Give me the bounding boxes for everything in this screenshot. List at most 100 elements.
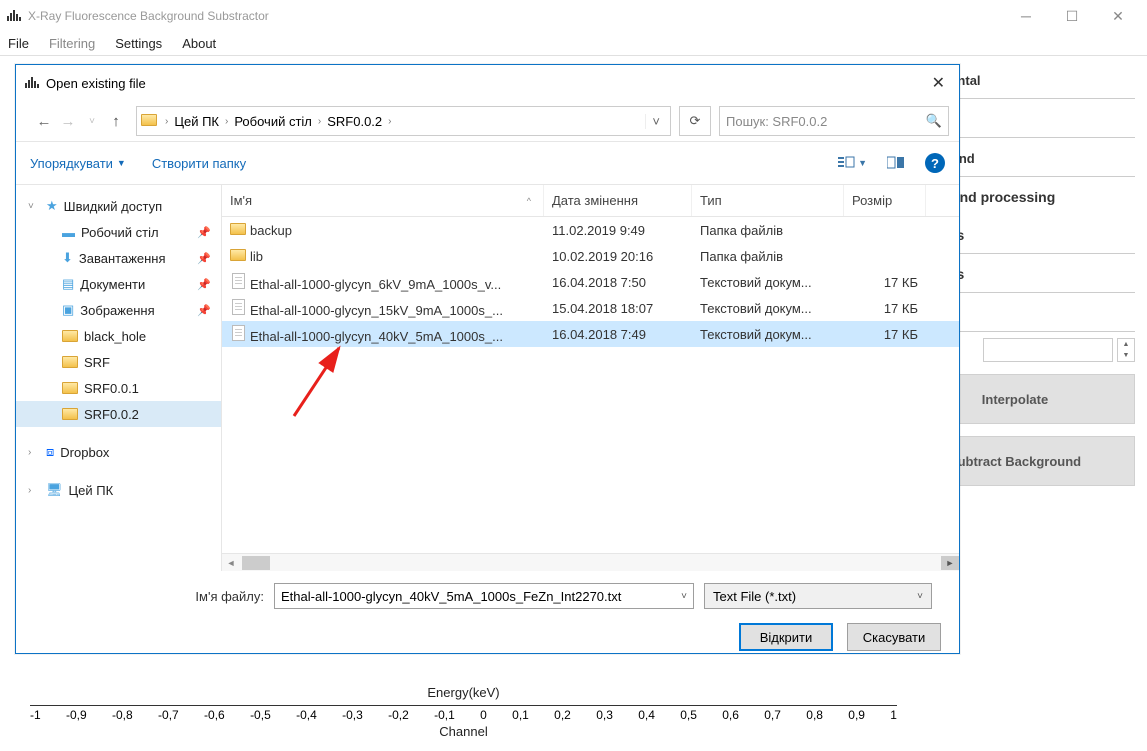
dialog-close-button[interactable]: ✕ [926,73,951,93]
stepper-arrows[interactable]: ▲▼ [1117,338,1135,362]
breadcrumb-segment[interactable]: Робочий стіл [232,114,314,129]
axis-tick: 0,2 [554,708,571,722]
file-row[interactable]: Ethal-all-1000-glycyn_6kV_9mA_1000s_v...… [222,269,959,295]
chevron-icon[interactable]: › [314,116,325,127]
axis-tick: 0,8 [806,708,823,722]
nav-pictures[interactable]: ▣Зображення📌 [16,297,221,323]
open-file-dialog: Open existing file ✕ ← → ˅ ↑ › Цей ПК › … [15,64,960,654]
text-file-icon [232,299,245,315]
file-row[interactable]: lib10.02.2019 20:16Папка файлів [222,243,959,269]
pin-icon: 📌 [197,278,211,291]
nav-recent-dropdown[interactable]: ˅ [80,116,104,127]
menu-settings[interactable]: Settings [115,36,162,51]
scroll-thumb[interactable] [242,556,270,570]
breadcrumb-segment[interactable]: Цей ПК [172,114,221,129]
close-button[interactable]: ✕ [1095,0,1141,32]
nav-forward-button[interactable]: → [56,113,80,130]
chart-axis: Energy(keV) -1-0,9-0,8-0,7-0,6-0,5-0,4-0… [30,685,897,739]
scroll-right-arrow[interactable]: ► [941,556,959,570]
folder-icon [230,249,246,261]
desktop-icon: ▬ [62,225,75,240]
axis-tickline [30,700,897,706]
scroll-left-arrow[interactable]: ◄ [222,558,240,568]
help-button[interactable]: ? [925,153,945,173]
header-date[interactable]: Дата змінення [544,185,692,216]
axis-tick: 0 [480,708,487,722]
app-title: X-Ray Fluorescence Background Substracto… [28,9,1003,23]
expand-icon[interactable]: › [28,485,31,496]
minimize-button[interactable]: ─ [1003,0,1049,32]
axis-tick: 0,7 [764,708,781,722]
axis-tick: -0,6 [204,708,225,722]
preview-pane-button[interactable] [887,156,905,170]
dialog-bottom: Ім'я файлу: Ethal-all-1000-glycyn_40kV_5… [16,571,959,677]
breadcrumb-dropdown[interactable]: ˅ [645,114,666,129]
nav-documents[interactable]: ▤Документи📌 [16,271,221,297]
nav-up-button[interactable]: ↑ [104,113,128,130]
documents-icon: ▤ [62,276,74,292]
chevron-icon[interactable]: › [384,116,395,127]
axis-tick: -0,7 [158,708,179,722]
pictures-icon: ▣ [62,302,74,318]
menu-file[interactable]: File [8,36,29,51]
nav-folder-srf001[interactable]: SRF0.0.1 [16,375,221,401]
nav-folder-srf[interactable]: SRF [16,349,221,375]
header-size[interactable]: Розмір [844,185,926,216]
nav-this-pc[interactable]: ›🖥Цей ПК [16,477,221,503]
nav-quick-access[interactable]: ˅★Швидкий доступ [16,193,221,219]
axis-bottom-label: Channel [30,724,897,739]
file-list[interactable]: backup11.02.2019 9:49Папка файлівlib10.0… [222,217,959,553]
menu-about[interactable]: About [182,36,216,51]
filename-input[interactable]: Ethal-all-1000-glycyn_40kV_5mA_1000s_FeZ… [274,583,694,609]
file-row[interactable]: Ethal-all-1000-glycyn_40kV_5mA_1000s_...… [222,321,959,347]
breadcrumb-segment[interactable]: SRF0.0.2 [325,114,384,129]
header-name[interactable]: Ім'я^ [222,185,544,216]
nav-desktop[interactable]: ▬Робочий стіл📌 [16,219,221,245]
chevron-icon[interactable]: › [221,116,232,127]
maximize-button[interactable]: ☐ [1049,0,1095,32]
chevron-down-icon[interactable]: ˅ [681,591,687,602]
axis-top-label: Energy(keV) [30,685,897,700]
file-row[interactable]: Ethal-all-1000-glycyn_15kV_9mA_1000s_...… [222,295,959,321]
header-type[interactable]: Тип [692,185,844,216]
new-folder-button[interactable]: Створити папку [152,156,246,171]
dialog-icon [24,75,40,92]
axis-tick: -0,3 [342,708,363,722]
expand-icon[interactable]: › [28,447,31,458]
view-mode-button[interactable]: ▼ [838,156,867,170]
nav-folder-srf002[interactable]: SRF0.0.2 [16,401,221,427]
file-pane: Ім'я^ Дата змінення Тип Розмір backup11.… [222,185,959,571]
nav-folder-blackhole[interactable]: black_hole [16,323,221,349]
filetype-select[interactable]: Text File (*.txt)˅ [704,583,932,609]
folder-icon [141,114,157,129]
refresh-button[interactable]: ⟳ [679,106,711,136]
folder-icon [230,223,246,235]
chevron-icon[interactable]: › [161,116,172,127]
chevron-down-icon: ▼ [117,158,126,168]
horizontal-scrollbar[interactable]: ◄ ► [222,553,959,571]
pin-icon: 📌 [197,226,211,239]
expand-icon[interactable]: ˅ [28,201,34,212]
app-titlebar: X-Ray Fluorescence Background Substracto… [0,0,1147,32]
sort-up-icon: ^ [527,196,535,206]
open-button[interactable]: Відкрити [739,623,833,651]
file-header: Ім'я^ Дата змінення Тип Розмір [222,185,959,217]
nav-back-button[interactable]: ← [32,113,56,130]
organize-button[interactable]: Упорядкувати ▼ [30,156,126,171]
menu-filtering[interactable]: Filtering [49,36,95,51]
chevron-down-icon: ▼ [858,158,867,168]
axis-tick: 0,5 [680,708,697,722]
axis-tick: -0,4 [296,708,317,722]
stepper-input[interactable] [983,338,1113,362]
search-input[interactable]: Пошук: SRF0.0.2 🔍 [719,106,949,136]
cancel-button[interactable]: Скасувати [847,623,941,651]
nav-downloads[interactable]: ⬇Завантаження📌 [16,245,221,271]
nav-pane: ˅★Швидкий доступ ▬Робочий стіл📌 ⬇Заванта… [16,185,222,571]
pin-icon: 📌 [197,252,211,265]
file-row[interactable]: backup11.02.2019 9:49Папка файлів [222,217,959,243]
axis-tick: -0,5 [250,708,271,722]
dialog-toolbar: Упорядкувати ▼ Створити папку ▼ ? [16,141,959,185]
nav-dropbox[interactable]: ›⧈Dropbox [16,439,221,465]
text-file-icon [232,325,245,341]
breadcrumb-bar[interactable]: › Цей ПК › Робочий стіл › SRF0.0.2 › ˅ [136,106,671,136]
